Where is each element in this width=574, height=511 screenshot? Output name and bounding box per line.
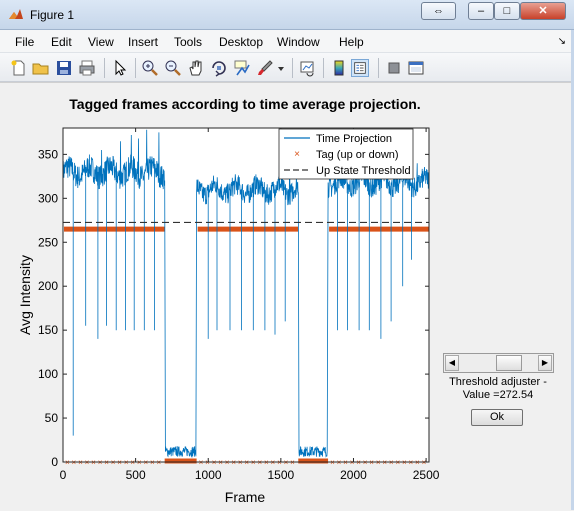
- hide-plot-tools-icon[interactable]: [385, 59, 403, 77]
- legend-label-tag: Tag (up or down): [316, 149, 399, 161]
- menu-help[interactable]: Help: [339, 35, 364, 49]
- slider-left-arrow-icon[interactable]: ◀: [445, 355, 459, 371]
- y-tick-label: 300: [38, 191, 58, 205]
- chart-legend[interactable]: Time Projection × Tag (up or down) Up St…: [278, 128, 414, 180]
- save-icon[interactable]: [55, 59, 73, 77]
- show-plot-tools-icon[interactable]: [407, 59, 425, 77]
- toolbar-separator: [378, 58, 379, 78]
- menubar: File Edit View Insert Tools Desktop Wind…: [0, 30, 574, 52]
- legend-label-projection: Time Projection: [316, 133, 392, 145]
- y-tick-label: 150: [38, 323, 58, 337]
- slider-right-arrow-icon[interactable]: ▶: [538, 355, 552, 371]
- y-tick-label: 200: [38, 279, 58, 293]
- x-axis-label: Frame: [225, 489, 266, 505]
- toolbar-separator: [323, 58, 324, 78]
- slider-thumb[interactable]: [496, 355, 523, 371]
- y-tick-label: 250: [38, 235, 58, 249]
- menu-desktop[interactable]: Desktop: [219, 35, 263, 49]
- threshold-label-title: Threshold adjuster -: [449, 376, 547, 388]
- menu-insert[interactable]: Insert: [128, 35, 158, 49]
- maximize-button[interactable]: □: [494, 2, 520, 20]
- pan-hand-icon[interactable]: [187, 59, 205, 77]
- window-title: Figure 1: [30, 8, 75, 22]
- y-tick-label: 0: [51, 455, 58, 469]
- rotate-3d-icon[interactable]: [210, 59, 228, 77]
- chart-title: Tagged frames according to time average …: [69, 96, 420, 112]
- link-plot-icon[interactable]: [299, 59, 317, 77]
- y-tick-label: 50: [45, 411, 59, 425]
- close-button[interactable]: ✕: [520, 2, 566, 20]
- threshold-slider[interactable]: ◀ ▶: [443, 353, 554, 373]
- menu-file[interactable]: File: [15, 35, 34, 49]
- zoom-out-icon[interactable]: [164, 59, 182, 77]
- minimize-button[interactable]: –: [468, 2, 494, 20]
- y-tick-label: 350: [38, 147, 58, 161]
- x-tick-label: 2500: [413, 468, 440, 482]
- brush-dropdown-icon[interactable]: [276, 59, 286, 77]
- data-cursor-icon[interactable]: [233, 59, 251, 77]
- toolbar-separator: [292, 58, 293, 78]
- x-tick-label: 1500: [268, 468, 295, 482]
- x-tick-label: 1000: [195, 468, 222, 482]
- menu-window[interactable]: Window: [277, 35, 320, 49]
- threshold-label-value: Value =272.54: [462, 389, 534, 401]
- toolbar-separator: [135, 58, 136, 78]
- legend-label-threshold: Up State Threshold: [316, 165, 411, 177]
- edit-plot-arrow-icon[interactable]: [111, 59, 129, 77]
- menu-view[interactable]: View: [88, 35, 114, 49]
- insert-colorbar-icon[interactable]: [330, 59, 348, 77]
- restore-window-button[interactable]: ⇔: [421, 2, 456, 20]
- new-figure-icon[interactable]: [10, 59, 28, 77]
- brush-icon[interactable]: [256, 59, 274, 77]
- x-tick-label: 500: [126, 468, 146, 482]
- zoom-in-icon[interactable]: [141, 59, 159, 77]
- y-tick-label: 100: [38, 367, 58, 381]
- ok-button[interactable]: Ok: [471, 409, 523, 426]
- legend-swatch-tag: ×: [294, 149, 300, 160]
- figure-area: Tagged frames according to time average …: [0, 82, 574, 511]
- menu-tools[interactable]: Tools: [174, 35, 202, 49]
- print-icon[interactable]: [78, 59, 96, 77]
- dock-figure-icon[interactable]: ↘: [558, 36, 566, 47]
- open-file-icon[interactable]: [32, 59, 50, 77]
- menu-edit[interactable]: Edit: [51, 35, 72, 49]
- y-axis-label: Avg Intensity: [17, 255, 33, 335]
- window-titlebar: Figure 1 ⇔ – □ ✕: [0, 0, 574, 30]
- figure-toolbar: [0, 52, 574, 82]
- matlab-logo-icon: [9, 9, 23, 19]
- threshold-label: Threshold adjuster - Value =272.54: [438, 376, 558, 402]
- tagged-frames-chart: Tagged frames according to time average …: [17, 96, 440, 505]
- insert-legend-icon[interactable]: [351, 59, 369, 77]
- x-tick-label: 2000: [340, 468, 367, 482]
- toolbar-separator: [104, 58, 105, 78]
- x-tick-label: 0: [60, 468, 67, 482]
